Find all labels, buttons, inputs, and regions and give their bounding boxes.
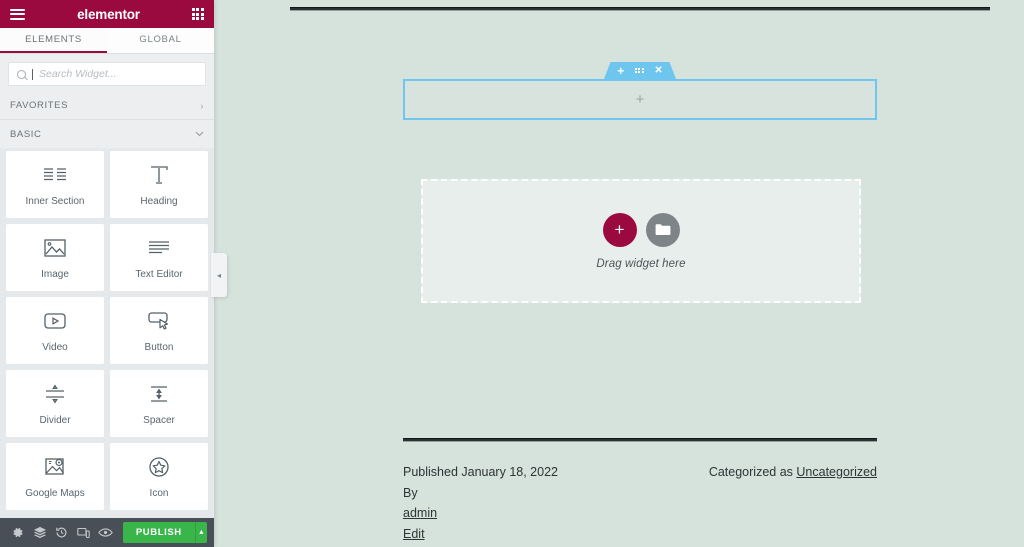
publish-button[interactable]: PUBLISH — [123, 522, 195, 543]
top-divider-rule — [290, 7, 990, 11]
button-icon — [147, 309, 171, 333]
widget-label: Video — [42, 341, 68, 353]
widget-label: Google Maps — [25, 487, 85, 499]
widget-icon[interactable]: Icon — [110, 443, 208, 510]
widget-button[interactable]: Button — [110, 297, 208, 364]
panel-footer: PUBLISH ▲ — [0, 518, 214, 547]
widget-label: Icon — [149, 487, 169, 499]
image-icon — [44, 236, 66, 260]
video-icon — [43, 309, 67, 333]
star-icon — [148, 455, 170, 479]
add-section-icon[interactable]: + — [617, 65, 624, 77]
elementor-logo: elementor — [77, 6, 140, 22]
widget-label: Inner Section — [25, 195, 85, 207]
bottom-divider-rule — [403, 438, 877, 442]
responsive-icon[interactable] — [73, 518, 95, 547]
post-author-line: By admin — [403, 483, 558, 524]
widget-label: Divider — [39, 414, 71, 426]
widget-video[interactable]: Video — [6, 297, 104, 364]
publish-options-caret-icon[interactable]: ▲ — [194, 522, 207, 543]
search-input[interactable]: Search Widget... — [8, 62, 206, 86]
editor-panel: elementor ELEMENTS GLOBAL Search Widget.… — [0, 0, 214, 547]
chevron-right-icon: › — [200, 100, 204, 111]
panel-tabs: ELEMENTS GLOBAL — [0, 28, 214, 54]
gear-icon[interactable] — [7, 518, 29, 547]
category-favorites-label: FAVORITES — [10, 100, 69, 111]
panel-header: elementor — [0, 0, 214, 28]
folder-icon — [655, 224, 670, 235]
widget-label: Text Editor — [135, 268, 183, 280]
widget-label: Spacer — [143, 414, 175, 426]
category-favorites[interactable]: FAVORITES › — [0, 92, 214, 120]
eye-icon[interactable] — [95, 518, 117, 547]
author-link[interactable]: admin — [403, 506, 437, 520]
inner-section-icon — [43, 163, 67, 187]
category-basic-label: BASIC — [10, 128, 42, 140]
search-container: Search Widget... — [0, 54, 214, 92]
panel-collapse-toggle[interactable]: ◂ — [211, 253, 227, 297]
dropzone-label: Drag widget here — [596, 257, 686, 270]
widget-label: Button — [144, 341, 174, 353]
apps-grid-icon[interactable] — [191, 8, 204, 20]
plus-icon: + — [614, 220, 625, 239]
widget-dropzone[interactable]: + Drag widget here — [421, 179, 861, 303]
by-label: By — [403, 485, 418, 500]
spacer-icon — [147, 382, 171, 406]
published-date: Published January 18, 2022 — [403, 465, 558, 479]
widget-heading[interactable]: Heading — [110, 151, 208, 218]
close-icon[interactable]: ✕ — [654, 65, 662, 76]
divider-icon — [43, 382, 67, 406]
text-editor-icon — [147, 236, 171, 260]
elementor-editor: + ✕ + + Drag widget here Published Janua… — [0, 0, 1024, 547]
widget-label: Heading — [140, 195, 178, 207]
add-new-section-button[interactable]: + — [602, 212, 637, 247]
search-icon — [17, 69, 26, 79]
publish-button-group: PUBLISH ▲ — [122, 522, 207, 543]
widget-spacer[interactable]: Spacer — [110, 370, 208, 437]
history-icon[interactable] — [51, 518, 73, 547]
edit-link[interactable]: Edit — [403, 527, 425, 541]
widget-inner-section[interactable]: Inner Section — [6, 151, 104, 218]
drag-grid-icon[interactable] — [634, 67, 644, 74]
layers-icon[interactable] — [29, 518, 51, 547]
google-maps-icon — [44, 455, 66, 479]
edit-line: Edit — [403, 524, 558, 545]
widget-google-maps[interactable]: Google Maps — [6, 443, 104, 510]
section-handle-bar[interactable]: + ✕ — [604, 62, 676, 79]
widget-divider[interactable]: Divider — [6, 370, 104, 437]
widget-text-editor[interactable]: Text Editor — [110, 224, 208, 291]
widget-grid: Inner Section Heading Image Text Editor … — [0, 148, 214, 547]
widget-label: Image — [41, 268, 69, 280]
post-meta: Published January 18, 2022 By admin Edit… — [403, 462, 877, 544]
chevron-down-icon — [195, 129, 204, 139]
category-basic[interactable]: BASIC — [0, 120, 214, 148]
widget-image[interactable]: Image — [6, 224, 104, 291]
text-caret — [32, 68, 33, 80]
dropzone-buttons: + — [602, 212, 680, 247]
heading-icon — [148, 163, 170, 187]
add-template-button[interactable] — [645, 212, 680, 247]
add-column-icon[interactable]: + — [636, 92, 645, 107]
tab-global[interactable]: GLOBAL — [107, 28, 214, 53]
hamburger-icon[interactable] — [10, 8, 25, 20]
search-placeholder: Search Widget... — [39, 68, 117, 80]
category-link[interactable]: Uncategorized — [796, 465, 877, 479]
post-meta-left: Published January 18, 2022 By admin Edit — [403, 462, 558, 544]
empty-section[interactable]: + — [403, 79, 877, 120]
post-category: Categorized as Uncategorized — [709, 462, 877, 483]
tab-elements[interactable]: ELEMENTS — [0, 28, 107, 53]
categorized-as-label: Categorized as — [708, 465, 797, 479]
